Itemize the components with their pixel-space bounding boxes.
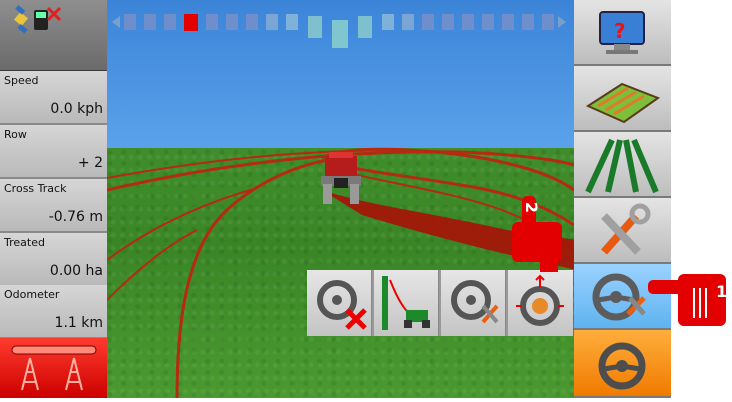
boom-sprayer-icon [11, 345, 97, 391]
steering-disable-button[interactable] [307, 270, 372, 336]
treated-label: Treated [4, 236, 45, 249]
speed-readout: Speed 0.0 kph [0, 71, 107, 125]
field-map-icon [585, 82, 661, 124]
guidance-lines-button[interactable] [574, 132, 671, 198]
steering-calibrate-icon [516, 274, 564, 326]
row-label: Row [4, 128, 27, 141]
speed-label: Speed [4, 74, 39, 87]
steering-tools-icon [451, 280, 499, 324]
guidance-3d-view[interactable] [107, 0, 574, 398]
speed-value: 0.0 kph [50, 101, 103, 117]
steering-tools-button[interactable] [441, 270, 506, 336]
steering-engage-icon [598, 342, 646, 390]
steering-disable-icon [317, 280, 367, 330]
cross-track-label: Cross Track [4, 182, 67, 195]
field-map-button[interactable] [574, 66, 671, 132]
help-monitor-icon: ? [599, 11, 645, 54]
sensitivity-icon [382, 276, 430, 330]
treated-readout: Treated 0.00 ha [0, 233, 107, 287]
svg-text:?: ? [614, 19, 626, 43]
odometer-readout: Odometer 1.1 km [0, 285, 107, 339]
left-status-panel: Speed 0.0 kph Row + 2 Cross Track -0.76 … [0, 0, 107, 398]
tools-settings-button[interactable] [574, 198, 671, 264]
guidance-paths [107, 147, 574, 398]
right-menu-panel: ? [574, 0, 671, 398]
row-readout: Row + 2 [0, 125, 107, 179]
row-value: + 2 [77, 155, 103, 171]
treated-value: 0.00 ha [49, 263, 103, 279]
tools-settings-icon [601, 203, 651, 255]
callout-number-2: 2 [522, 201, 542, 214]
lightbar [112, 14, 566, 48]
gps-satellite-icon [13, 5, 62, 34]
odometer-label: Odometer [4, 288, 60, 301]
sensitivity-button[interactable] [374, 270, 439, 336]
steering-calibrate-button[interactable] [508, 270, 573, 336]
steering-popup-menu [307, 270, 573, 336]
boom-section-button[interactable] [0, 338, 107, 398]
help-button[interactable]: ? [574, 0, 671, 66]
callout-number-1: 1 [716, 282, 728, 301]
steering-engage-button[interactable] [574, 330, 671, 398]
gps-status-button[interactable] [0, 0, 107, 71]
guidance-lines-icon [585, 138, 659, 194]
cross-track-readout: Cross Track -0.76 m [0, 179, 107, 233]
odometer-value: 1.1 km [54, 315, 103, 331]
cross-track-value: -0.76 m [48, 209, 103, 225]
